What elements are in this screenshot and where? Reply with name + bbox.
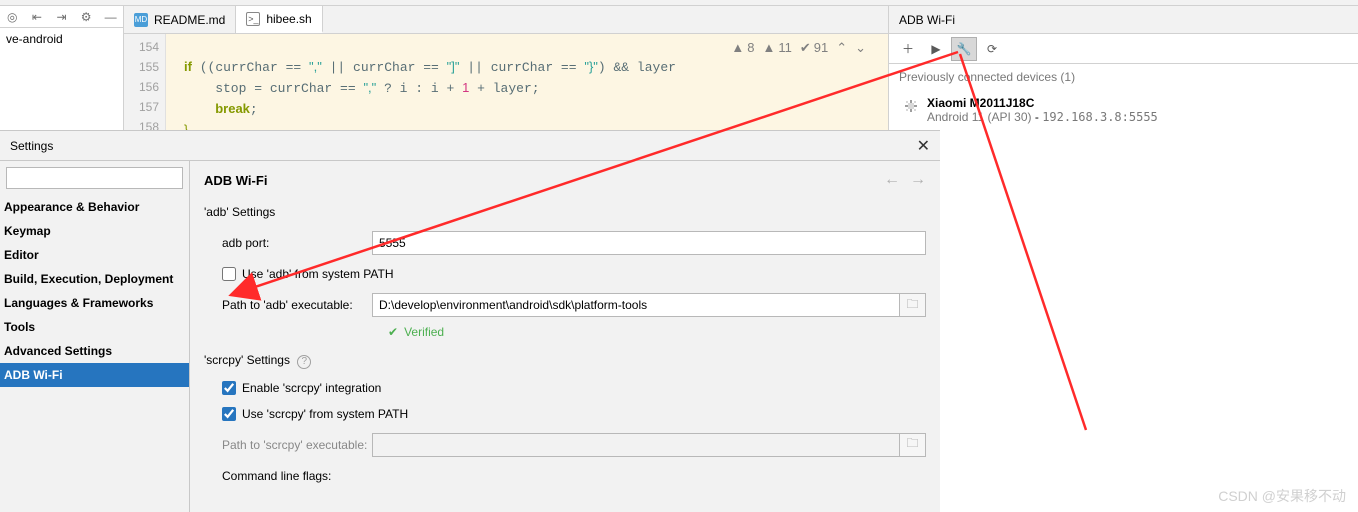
device-api: Android 11 (API 30) (927, 110, 1032, 124)
verified-status: ✔ Verified (204, 325, 926, 339)
use-scrcpy-path-label: Use 'scrcpy' from system PATH (242, 407, 408, 421)
settings-dialog: Settings ✕ Appearance & Behavior Keymap … (0, 130, 940, 512)
nav-back-icon[interactable]: ← (884, 171, 900, 189)
expand-icon[interactable]: ⇥ (51, 7, 72, 27)
sidebar-item-keymap[interactable]: Keymap (0, 219, 189, 243)
browse-folder-icon: 🗀 (900, 433, 926, 457)
adb-port-label: adb port: (222, 236, 372, 250)
minimize-icon[interactable]: — (100, 7, 121, 27)
device-row[interactable]: Xiaomi M2011J18C Android 11 (API 30) - 1… (889, 90, 1358, 126)
adb-settings-heading: 'adb' Settings (204, 205, 926, 219)
sidebar-item-adb-wifi[interactable]: ADB Wi-Fi (0, 363, 189, 387)
run-button[interactable]: ▶ (923, 37, 949, 61)
chevron-up-icon[interactable]: ⌃ (836, 38, 847, 58)
refresh-button[interactable]: ⟳ (979, 37, 1005, 61)
dialog-title: Settings (10, 139, 53, 153)
markdown-icon: MD (134, 13, 148, 27)
use-scrcpy-path-checkbox[interactable] (222, 407, 236, 421)
breadcrumb: ADB Wi-Fi (204, 173, 267, 188)
tab-readme[interactable]: MD README.md (124, 6, 236, 33)
check-icon: ✔ (800, 38, 811, 58)
sidebar-item-tools[interactable]: Tools (0, 315, 189, 339)
warning-icon: ▲ (731, 38, 744, 58)
device-name: Xiaomi M2011J18C (927, 96, 1158, 110)
tab-label: hibee.sh (266, 12, 311, 26)
enable-scrcpy-label: Enable 'scrcpy' integration (242, 381, 381, 395)
weak-warning-icon: ▲ (762, 38, 775, 58)
collapse-icon[interactable]: ⇤ (27, 7, 48, 27)
tab-label: README.md (154, 13, 225, 27)
adb-toolbar: ＋ ▶ 🔧 ⟳ (889, 34, 1358, 64)
enable-scrcpy-checkbox[interactable] (222, 381, 236, 395)
cmd-flags-label: Command line flags: (222, 469, 372, 483)
help-icon[interactable]: ? (297, 355, 311, 369)
project-tree-item[interactable]: ve-android (0, 28, 123, 50)
adb-path-label: Path to 'adb' executable: (222, 298, 372, 312)
gear-icon[interactable]: ⚙ (76, 7, 97, 27)
sidebar-item-build[interactable]: Build, Execution, Deployment (0, 267, 189, 291)
tab-hibee[interactable]: >_ hibee.sh (236, 6, 322, 33)
chevron-down-icon[interactable]: ⌄ (855, 38, 866, 58)
wrench-settings-button[interactable]: 🔧 (951, 37, 977, 61)
sidebar-item-appearance[interactable]: Appearance & Behavior (0, 195, 189, 219)
scrcpy-path-input (372, 433, 900, 457)
sidebar-item-languages[interactable]: Languages & Frameworks (0, 291, 189, 315)
adb-section-header: Previously connected devices (1) (889, 64, 1358, 90)
adb-panel-title: ADB Wi-Fi (889, 6, 1358, 34)
sidebar-item-editor[interactable]: Editor (0, 243, 189, 267)
adb-wifi-panel: ADB Wi-Fi ＋ ▶ 🔧 ⟳ Previously connected d… (888, 6, 1358, 512)
editor-tabs: MD README.md >_ hibee.sh (124, 6, 888, 34)
scrcpy-settings-heading: 'scrcpy' Settings ? (204, 353, 926, 369)
use-adb-path-label: Use 'adb' from system PATH (242, 267, 394, 281)
nav-forward-icon[interactable]: → (910, 171, 926, 189)
check-icon: ✔ (388, 325, 398, 339)
settings-content: ADB Wi-Fi ← → 'adb' Settings adb port: U… (190, 161, 940, 512)
add-device-button[interactable]: ＋ (895, 37, 921, 61)
adb-port-input[interactable] (372, 231, 926, 255)
shell-icon: >_ (246, 12, 260, 26)
settings-search-input[interactable] (6, 167, 183, 189)
target-icon[interactable]: ◎ (2, 7, 23, 27)
browse-folder-icon[interactable]: 🗀 (900, 293, 926, 317)
scrcpy-path-label: Path to 'scrcpy' executable: (222, 438, 372, 452)
sidebar-item-advanced[interactable]: Advanced Settings (0, 339, 189, 363)
adb-path-input[interactable] (372, 293, 900, 317)
settings-sidebar: Appearance & Behavior Keymap Editor Buil… (0, 161, 190, 512)
device-icon (903, 98, 919, 117)
problems-indicator[interactable]: ▲8 ▲11 ✔91 ⌃ ⌄ (725, 38, 872, 58)
use-adb-path-checkbox[interactable] (222, 267, 236, 281)
device-ip: 192.168.3.8:5555 (1042, 110, 1158, 124)
close-icon[interactable]: ✕ (917, 136, 930, 156)
